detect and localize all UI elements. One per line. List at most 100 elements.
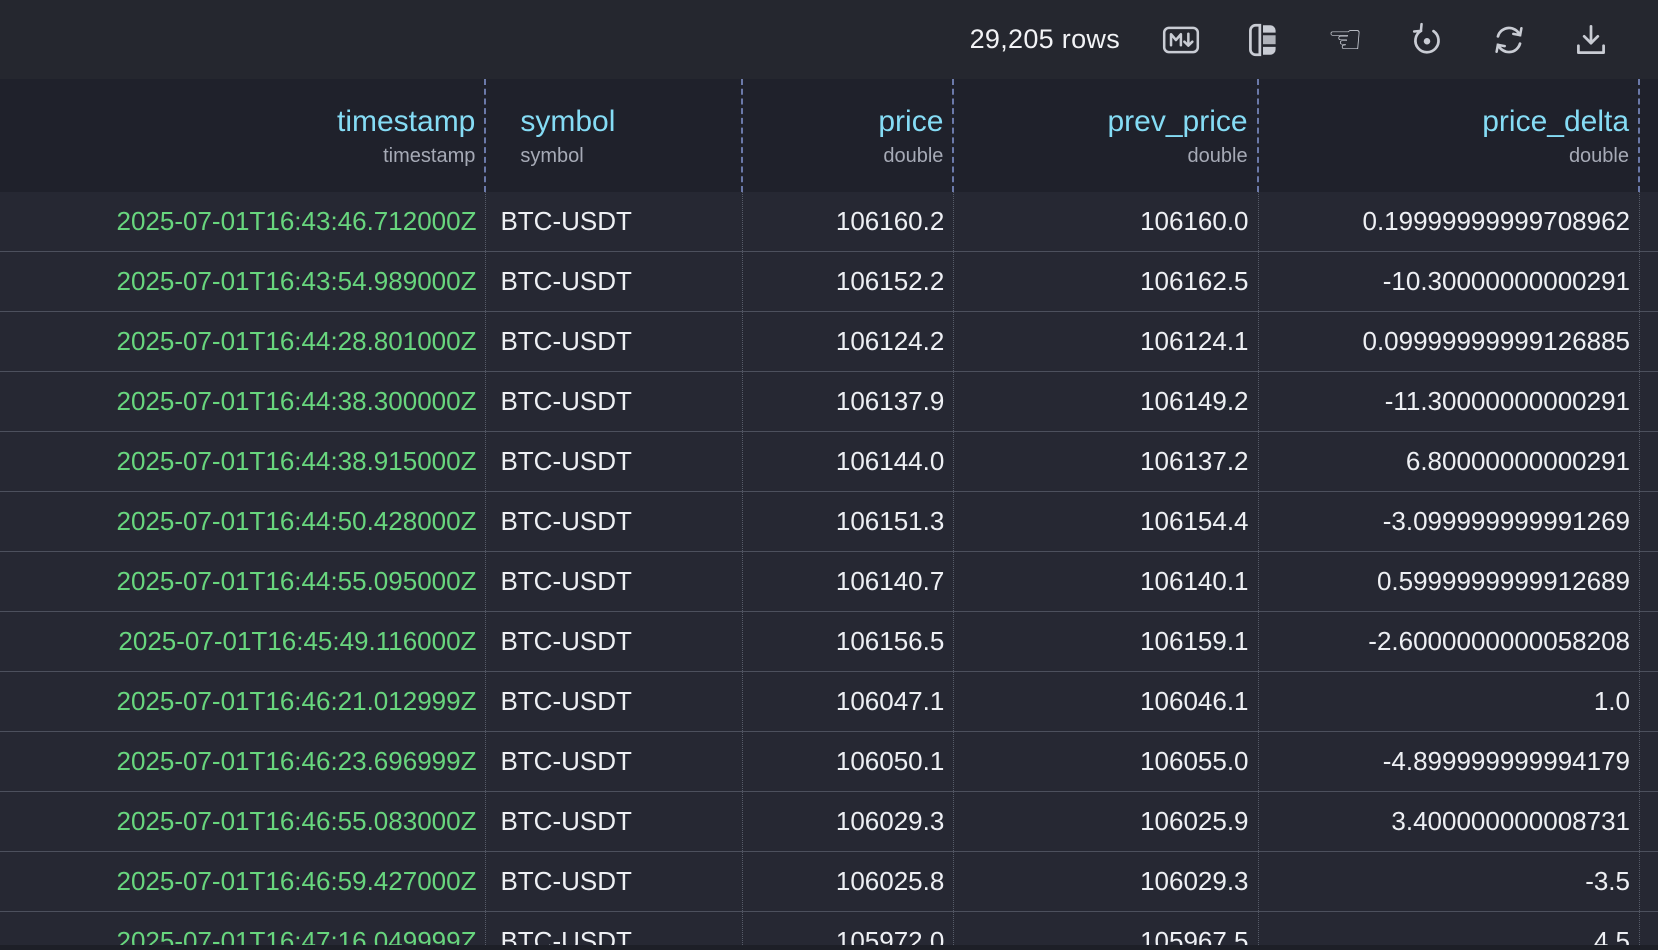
table-row: 2025-07-01T16:46:59.427000Z BTC-USDT 106… bbox=[0, 852, 1658, 912]
row-filler bbox=[1640, 852, 1658, 911]
cell-symbol[interactable]: BTC-USDT bbox=[486, 912, 743, 945]
row-filler bbox=[1640, 912, 1658, 945]
cell-timestamp[interactable]: 2025-07-01T16:44:50.428000Z bbox=[0, 492, 486, 551]
table-row: 2025-07-01T16:44:50.428000Z BTC-USDT 106… bbox=[0, 492, 1658, 552]
cell-price[interactable]: 106156.5 bbox=[743, 612, 954, 671]
row-filler bbox=[1640, 672, 1658, 731]
cell-price[interactable]: 106047.1 bbox=[743, 672, 954, 731]
cell-timestamp[interactable]: 2025-07-01T16:45:49.116000Z bbox=[0, 612, 486, 671]
cell-prev_price[interactable]: 106124.1 bbox=[954, 312, 1258, 371]
cell-price_delta[interactable]: 6.80000000000291 bbox=[1259, 432, 1640, 491]
cell-symbol[interactable]: BTC-USDT bbox=[486, 852, 743, 911]
freeze-columns-icon bbox=[1242, 19, 1284, 61]
cell-symbol[interactable]: BTC-USDT bbox=[486, 372, 743, 431]
cell-symbol[interactable]: BTC-USDT bbox=[486, 492, 743, 551]
cell-price_delta[interactable]: 4.5 bbox=[1259, 912, 1640, 945]
row-filler bbox=[1640, 192, 1658, 251]
cell-price_delta[interactable]: -3.099999999991269 bbox=[1259, 492, 1640, 551]
column-header-symbol[interactable]: symbol symbol bbox=[486, 79, 743, 192]
cell-price[interactable]: 106124.2 bbox=[743, 312, 954, 371]
cell-price[interactable]: 106151.3 bbox=[743, 492, 954, 551]
table-row: 2025-07-01T16:43:46.712000Z BTC-USDT 106… bbox=[0, 192, 1658, 252]
refresh-button[interactable] bbox=[1488, 19, 1530, 61]
cell-timestamp[interactable]: 2025-07-01T16:46:23.696999Z bbox=[0, 732, 486, 791]
column-header-prev_price[interactable]: prev_price double bbox=[954, 79, 1258, 192]
column-header-price_delta[interactable]: price_delta double bbox=[1259, 79, 1640, 192]
column-type: double bbox=[1268, 144, 1629, 168]
cell-price[interactable]: 106160.2 bbox=[743, 192, 954, 251]
cell-timestamp[interactable]: 2025-07-01T16:44:55.095000Z bbox=[0, 552, 486, 611]
reset-view-button[interactable] bbox=[1406, 19, 1448, 61]
row-filler bbox=[1640, 552, 1658, 611]
cell-price[interactable]: 106050.1 bbox=[743, 732, 954, 791]
cell-price_delta[interactable]: -4.899999999994179 bbox=[1259, 732, 1640, 791]
cell-symbol[interactable]: BTC-USDT bbox=[486, 732, 743, 791]
cell-price_delta[interactable]: 0.09999999999126885 bbox=[1259, 312, 1640, 371]
refresh-icon bbox=[1488, 19, 1530, 61]
freeze-columns-button[interactable] bbox=[1242, 19, 1284, 61]
cell-prev_price[interactable]: 106159.1 bbox=[954, 612, 1258, 671]
table-row: 2025-07-01T16:46:23.696999Z BTC-USDT 106… bbox=[0, 732, 1658, 792]
cell-price_delta[interactable]: -11.30000000000291 bbox=[1259, 372, 1640, 431]
cell-price_delta[interactable]: -10.30000000000291 bbox=[1259, 252, 1640, 311]
cell-timestamp[interactable]: 2025-07-01T16:47:16.049999Z bbox=[0, 912, 486, 945]
table-row: 2025-07-01T16:44:38.300000Z BTC-USDT 106… bbox=[0, 372, 1658, 432]
table-row: 2025-07-01T16:45:49.116000Z BTC-USDT 106… bbox=[0, 612, 1658, 672]
cell-timestamp[interactable]: 2025-07-01T16:44:28.801000Z bbox=[0, 312, 486, 371]
cell-price[interactable]: 106152.2 bbox=[743, 252, 954, 311]
cell-prev_price[interactable]: 106140.1 bbox=[954, 552, 1258, 611]
goto-cursor-button[interactable]: ☜ bbox=[1324, 19, 1366, 61]
cell-price_delta[interactable]: 1.0 bbox=[1259, 672, 1640, 731]
cell-prev_price[interactable]: 106149.2 bbox=[954, 372, 1258, 431]
cell-symbol[interactable]: BTC-USDT bbox=[486, 432, 743, 491]
cell-price[interactable]: 106144.0 bbox=[743, 432, 954, 491]
result-grid: 2025-07-01T16:43:46.712000Z BTC-USDT 106… bbox=[0, 192, 1658, 945]
cell-price_delta[interactable]: 0.19999999999708962 bbox=[1259, 192, 1640, 251]
cell-price[interactable]: 106140.7 bbox=[743, 552, 954, 611]
cell-prev_price[interactable]: 106055.0 bbox=[954, 732, 1258, 791]
cell-timestamp[interactable]: 2025-07-01T16:44:38.300000Z bbox=[0, 372, 486, 431]
cell-timestamp[interactable]: 2025-07-01T16:43:46.712000Z bbox=[0, 192, 486, 251]
cell-symbol[interactable]: BTC-USDT bbox=[486, 192, 743, 251]
row-filler bbox=[1640, 792, 1658, 851]
pointing-hand-icon: ☜ bbox=[1327, 19, 1363, 61]
cell-symbol[interactable]: BTC-USDT bbox=[486, 552, 743, 611]
cell-prev_price[interactable]: 105967.5 bbox=[954, 912, 1258, 945]
table-row: 2025-07-01T16:44:55.095000Z BTC-USDT 106… bbox=[0, 552, 1658, 612]
cell-price_delta[interactable]: 3.400000000008731 bbox=[1259, 792, 1640, 851]
cell-symbol[interactable]: BTC-USDT bbox=[486, 612, 743, 671]
cell-timestamp[interactable]: 2025-07-01T16:46:59.427000Z bbox=[0, 852, 486, 911]
cell-prev_price[interactable]: 106046.1 bbox=[954, 672, 1258, 731]
row-filler bbox=[1640, 432, 1658, 491]
column-header-timestamp[interactable]: timestamp timestamp bbox=[0, 79, 486, 192]
markdown-copy-button[interactable] bbox=[1160, 19, 1202, 61]
cell-timestamp[interactable]: 2025-07-01T16:43:54.989000Z bbox=[0, 252, 486, 311]
cell-timestamp[interactable]: 2025-07-01T16:46:21.012999Z bbox=[0, 672, 486, 731]
cell-timestamp[interactable]: 2025-07-01T16:44:38.915000Z bbox=[0, 432, 486, 491]
cell-price[interactable]: 105972.0 bbox=[743, 912, 954, 945]
cell-symbol[interactable]: BTC-USDT bbox=[486, 312, 743, 371]
download-csv-button[interactable] bbox=[1570, 19, 1612, 61]
cell-price[interactable]: 106025.8 bbox=[743, 852, 954, 911]
cell-price[interactable]: 106137.9 bbox=[743, 372, 954, 431]
column-name: price bbox=[752, 104, 943, 140]
column-name: symbol bbox=[520, 104, 732, 140]
cell-symbol[interactable]: BTC-USDT bbox=[486, 252, 743, 311]
cell-prev_price[interactable]: 106137.2 bbox=[954, 432, 1258, 491]
cell-prev_price[interactable]: 106160.0 bbox=[954, 192, 1258, 251]
cell-price_delta[interactable]: -3.5 bbox=[1259, 852, 1640, 911]
cell-timestamp[interactable]: 2025-07-01T16:46:55.083000Z bbox=[0, 792, 486, 851]
column-name: price_delta bbox=[1268, 104, 1629, 140]
table-row: 2025-07-01T16:44:28.801000Z BTC-USDT 106… bbox=[0, 312, 1658, 372]
column-header-price[interactable]: price double bbox=[743, 79, 954, 192]
cell-prev_price[interactable]: 106029.3 bbox=[954, 852, 1258, 911]
row-filler bbox=[1640, 252, 1658, 311]
cell-symbol[interactable]: BTC-USDT bbox=[486, 792, 743, 851]
cell-prev_price[interactable]: 106025.9 bbox=[954, 792, 1258, 851]
cell-prev_price[interactable]: 106162.5 bbox=[954, 252, 1258, 311]
cell-price_delta[interactable]: -2.6000000000058208 bbox=[1259, 612, 1640, 671]
cell-symbol[interactable]: BTC-USDT bbox=[486, 672, 743, 731]
cell-price_delta[interactable]: 0.5999999999912689 bbox=[1259, 552, 1640, 611]
cell-prev_price[interactable]: 106154.4 bbox=[954, 492, 1258, 551]
cell-price[interactable]: 106029.3 bbox=[743, 792, 954, 851]
